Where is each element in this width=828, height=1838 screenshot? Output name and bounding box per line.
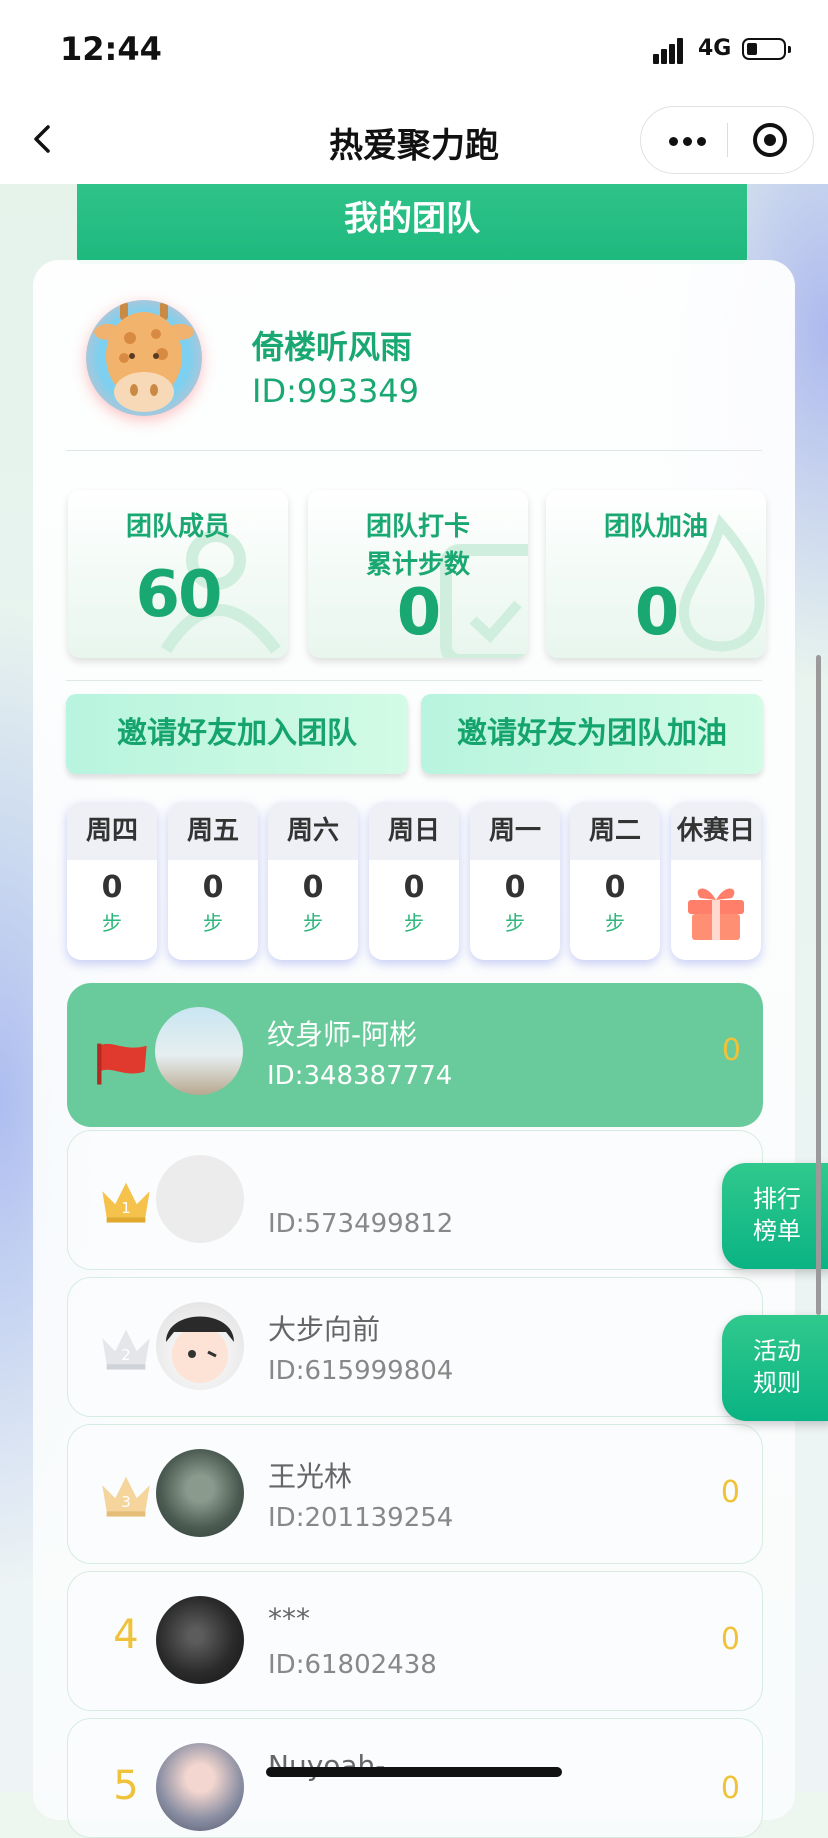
- ranking-row[interactable]: 4 *** ID:61802438 0: [67, 1571, 763, 1711]
- member-name: 王光林: [268, 1460, 353, 1493]
- signal-icon: [653, 38, 689, 64]
- user-avatar: [86, 300, 202, 416]
- member-name: 纹身师-阿彬: [267, 1018, 418, 1051]
- invite-join-button[interactable]: 邀请好友加入团队: [66, 694, 408, 774]
- day-name: 周一: [470, 802, 560, 860]
- stat-team-steps: 团队打卡 累计步数 0: [308, 490, 528, 658]
- member-avatar: [156, 1155, 244, 1243]
- member-name: Nuyoah-: [268, 1749, 386, 1782]
- member-id: ID:201139254: [268, 1503, 454, 1533]
- stat-label: 团队成员: [125, 512, 230, 542]
- close-target-icon[interactable]: [753, 123, 787, 157]
- day-unit: 步: [404, 911, 424, 935]
- day-name: 周六: [268, 802, 358, 860]
- day-unit: 步: [605, 911, 625, 935]
- member-id: ID:573499812: [268, 1209, 454, 1239]
- user-name: 倚楼听风雨: [252, 328, 413, 366]
- day-name: 周五: [168, 802, 258, 860]
- divider: [66, 450, 762, 451]
- day-value: 0: [403, 870, 425, 905]
- member-avatar: [156, 1743, 244, 1831]
- svg-text:1: 1: [121, 1199, 131, 1217]
- cartoon-avatar-icon: [166, 1316, 234, 1358]
- stat-label: 团队打卡 累计步数: [365, 512, 470, 580]
- user-id: ID:993349: [252, 372, 420, 410]
- status-time: 12:44: [60, 30, 162, 68]
- member-name: 大步向前: [268, 1313, 381, 1346]
- member-score: 0: [720, 1622, 740, 1657]
- member-score: 0: [720, 1771, 740, 1806]
- day-value: 0: [202, 870, 224, 905]
- day-value: 0: [504, 870, 526, 905]
- day-value: 0: [101, 870, 123, 905]
- ranking-row[interactable]: 1 ID:573499812: [67, 1130, 763, 1270]
- scrollbar[interactable]: [816, 655, 821, 1315]
- day-name: 周四: [67, 802, 157, 860]
- member-score: 0: [720, 1475, 740, 1510]
- day-value: 0: [604, 870, 626, 905]
- member-id: ID:615999804: [268, 1356, 454, 1386]
- day-card: 周四 0 步: [67, 802, 157, 960]
- member-id: ID:348387774: [267, 1061, 453, 1091]
- day-unit: 步: [505, 911, 525, 935]
- stat-value: 60: [135, 558, 222, 632]
- giraffe-avatar-icon: [94, 302, 194, 412]
- member-avatar: [156, 1302, 244, 1390]
- member-avatar: [156, 1449, 244, 1537]
- silver-crown-icon: 2: [102, 1329, 150, 1370]
- day-card: 周二 0 步: [570, 802, 660, 960]
- day-card: 周五 0 步: [168, 802, 258, 960]
- team-header: 我的团队: [77, 184, 747, 264]
- stat-value: 0: [634, 576, 680, 650]
- member-avatar: [156, 1596, 244, 1684]
- member-score: 0: [721, 1033, 741, 1068]
- more-dots-icon[interactable]: [669, 125, 713, 155]
- member-avatar: [155, 1007, 243, 1095]
- ranking-row[interactable]: 3 王光林 ID:201139254 0: [67, 1424, 763, 1564]
- member-name: ***: [268, 1602, 310, 1635]
- mini-program-capsule: [640, 106, 814, 174]
- bronze-crown-icon: 3: [102, 1476, 150, 1517]
- network-type: 4G: [698, 36, 732, 61]
- rules-button[interactable]: 活动 规则: [722, 1315, 828, 1421]
- svg-text:2: 2: [121, 1346, 131, 1364]
- day-unit: 步: [102, 911, 122, 935]
- gift-icon: [688, 888, 744, 940]
- day-name: 周二: [570, 802, 660, 860]
- day-card: 周六 0 步: [268, 802, 358, 960]
- battery-icon: [742, 38, 791, 60]
- ranking-row[interactable]: 5 Nuyoah- 0: [67, 1718, 763, 1838]
- svg-text:3: 3: [121, 1493, 131, 1511]
- stat-team-members: 团队成员 60: [68, 490, 288, 658]
- home-indicator: [266, 1767, 562, 1777]
- day-unit: 步: [203, 911, 223, 935]
- stat-team-cheer: 团队加油 0: [546, 490, 766, 658]
- day-name: 休赛日: [671, 802, 761, 860]
- rank-number: 5: [113, 1763, 139, 1809]
- day-card: 周日 0 步: [369, 802, 459, 960]
- rank-number: 4: [113, 1612, 139, 1658]
- divider: [66, 680, 762, 681]
- ranking-row-me[interactable]: 纹身师-阿彬 ID:348387774 0: [67, 983, 763, 1127]
- stat-label: 团队加油: [603, 512, 708, 542]
- day-unit: 步: [303, 911, 323, 935]
- stat-value: 0: [396, 576, 442, 650]
- member-id: ID:61802438: [268, 1650, 437, 1680]
- red-flag-icon: [97, 1043, 147, 1085]
- ranking-row[interactable]: 2 大步向前 ID:615999804: [67, 1277, 763, 1417]
- day-value: 0: [302, 870, 324, 905]
- day-name: 周日: [369, 802, 459, 860]
- gold-crown-icon: 1: [102, 1182, 150, 1223]
- invite-cheer-button[interactable]: 邀请好友为团队加油: [421, 694, 763, 774]
- day-card: 周一 0 步: [470, 802, 560, 960]
- leaderboard-button[interactable]: 排行 榜单: [722, 1163, 828, 1269]
- capsule-divider: [727, 123, 728, 157]
- day-card-rest[interactable]: 休赛日: [671, 802, 761, 960]
